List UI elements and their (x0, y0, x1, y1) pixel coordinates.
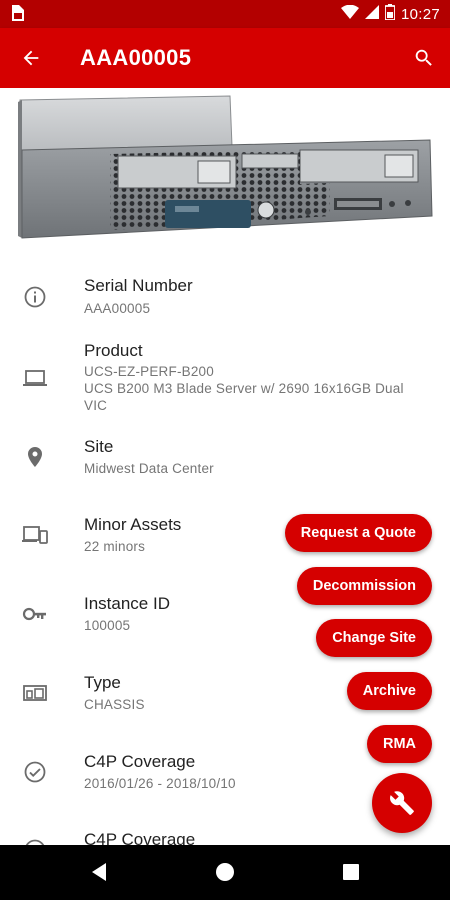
rma-button[interactable]: RMA (366, 725, 432, 763)
product-value-line-3: VIC (84, 398, 108, 413)
check-circle-icon (22, 759, 48, 785)
detail-row-c4p-coverage-2: C4P Coverage (0, 830, 450, 845)
location-pin-icon (22, 444, 48, 470)
back-button[interactable] (16, 44, 46, 72)
system-navigation-bar (0, 845, 450, 900)
nav-recents-button[interactable] (338, 859, 364, 885)
wifi-icon (340, 4, 359, 24)
app-bar: AAA00005 (0, 28, 450, 88)
sim-card-icon (10, 5, 24, 21)
site-label: Site (84, 437, 114, 456)
type-label: Type (84, 673, 121, 692)
status-time: 10:27 (400, 5, 440, 23)
key-icon (22, 601, 48, 627)
devices-type-icon (22, 680, 48, 706)
detail-row-product: Product UCS-EZ-PERF-B200 UCS B200 M3 Bla… (0, 341, 450, 421)
actions-fab-button[interactable] (372, 773, 432, 833)
page-title: AAA00005 (80, 45, 192, 70)
nav-home-button[interactable] (212, 859, 238, 885)
instance-id-label: Instance ID (84, 594, 170, 613)
product-label: Product (84, 341, 143, 360)
serial-number-label: Serial Number (84, 276, 193, 295)
detail-row-site: Site Midwest Data Center (0, 437, 450, 497)
decommission-button[interactable]: Decommission (296, 567, 432, 605)
request-quote-button[interactable]: Request a Quote (284, 514, 432, 552)
signal-icon (364, 4, 379, 24)
check-circle-icon (22, 837, 48, 845)
c4p-coverage-label: C4P Coverage (84, 752, 196, 771)
laptop-icon (22, 365, 48, 391)
detail-row-serial-number: Serial Number AAA00005 (0, 273, 450, 333)
product-value-line-2: UCS B200 M3 Blade Server w/ 2690 16x16GB… (84, 381, 404, 396)
nav-back-icon (92, 863, 106, 881)
search-button[interactable] (410, 44, 438, 72)
wrench-icon (390, 791, 414, 815)
arrow-back-icon (23, 50, 39, 66)
archive-button[interactable]: Archive (346, 672, 432, 710)
search-icon (415, 49, 432, 66)
serial-number-value: AAA00005 (84, 301, 151, 316)
c4p-coverage-2-label: C4P Coverage (84, 830, 196, 845)
status-bar: 10:27 (0, 0, 450, 28)
devices-icon (22, 522, 48, 548)
nav-back-button[interactable] (86, 859, 112, 885)
blade-server-image (0, 88, 450, 248)
battery-icon (384, 3, 396, 25)
info-icon (22, 284, 48, 310)
site-value: Midwest Data Center (84, 461, 214, 476)
nav-recents-icon (343, 864, 359, 880)
change-site-button[interactable]: Change Site (316, 619, 432, 657)
nav-home-icon (216, 863, 234, 881)
product-value-line-1: UCS-EZ-PERF-B200 (84, 364, 214, 379)
minor-assets-label: Minor Assets (84, 515, 182, 534)
